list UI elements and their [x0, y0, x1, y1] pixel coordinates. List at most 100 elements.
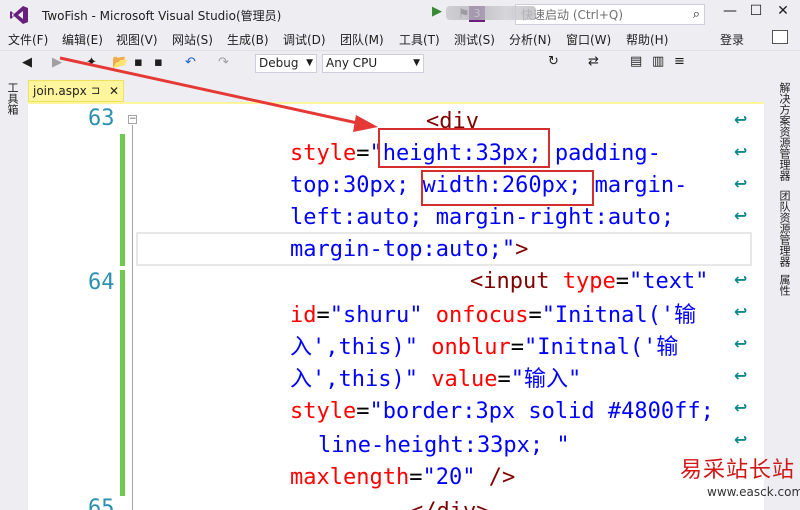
- undo-icon[interactable]: ↶: [185, 55, 196, 70]
- menu-test[interactable]: 测试(S): [454, 31, 495, 48]
- solution-config-select[interactable]: Debug ▼: [255, 54, 317, 73]
- code-line[interactable]: left:auto; margin-right:auto;: [290, 202, 674, 234]
- document-tab-label: join.aspx: [33, 84, 87, 98]
- platform-value: Any CPU: [326, 56, 378, 70]
- document-tab-join[interactable]: join.aspx ⊐ ✕: [28, 80, 124, 102]
- code-token: margin-top:auto;": [290, 237, 516, 262]
- maximize-button[interactable]: ☐: [745, 3, 767, 19]
- code-line[interactable]: margin-top:auto;">: [290, 234, 528, 266]
- line-number: 63: [88, 106, 115, 131]
- save-all-icon[interactable]: ▪: [154, 55, 163, 70]
- code-token: =: [356, 141, 370, 166]
- code-token: id: [290, 303, 317, 328]
- code-editor[interactable]: 63 64 65 − <div style="height:33px; paddi…: [28, 104, 764, 510]
- code-line[interactable]: 入',this)" onblur="Initnal('输: [290, 332, 678, 364]
- menu-help[interactable]: 帮助(H): [626, 31, 668, 48]
- word-wrap-icon: ↩: [734, 398, 748, 417]
- login-link[interactable]: 登录: [720, 31, 744, 48]
- code-token: type: [562, 269, 616, 294]
- team-explorer-tab[interactable]: 团队资源管理器: [776, 190, 792, 267]
- line-number: 65: [88, 496, 115, 510]
- menu-build[interactable]: 生成(B): [227, 31, 269, 48]
- code-token: onblur: [431, 335, 511, 360]
- code-line[interactable]: 入',this)" value="输入": [290, 364, 581, 396]
- code-token: 入',this)": [290, 367, 432, 392]
- menu-tools[interactable]: 工具(T): [399, 31, 440, 48]
- menu-team[interactable]: 团队(M): [340, 31, 384, 48]
- code-token: style: [290, 141, 357, 166]
- code-line[interactable]: <input type="text": [470, 266, 708, 298]
- solution-config-value: Debug: [259, 56, 299, 70]
- close-icon[interactable]: ✕: [109, 84, 119, 98]
- code-token: "20": [422, 465, 489, 490]
- menu-view[interactable]: 视图(V): [116, 31, 158, 48]
- properties-tab[interactable]: 属性: [776, 274, 792, 296]
- platform-select[interactable]: Any CPU ▼: [322, 54, 424, 73]
- code-token: =: [528, 303, 542, 328]
- code-token: />: [488, 465, 516, 490]
- blurred-browser-name: [446, 6, 536, 20]
- code-line[interactable]: style="border:3px solid #4800ff;: [290, 396, 714, 428]
- toolbox-tab[interactable]: 工具箱: [4, 82, 20, 115]
- pin-icon[interactable]: ⊐: [91, 84, 100, 97]
- code-token: value: [431, 367, 498, 392]
- code-token: =: [356, 399, 370, 424]
- fold-guide: [132, 125, 133, 510]
- code-line[interactable]: line-height:33px; ": [318, 430, 570, 462]
- close-button[interactable]: ✕: [772, 3, 794, 19]
- code-token: line-height:33px; ": [318, 433, 570, 458]
- code-token: "Initnal('输: [541, 303, 697, 328]
- code-token: =: [510, 335, 524, 360]
- code-token: =: [615, 269, 629, 294]
- chevron-down-icon: ▼: [413, 58, 420, 68]
- browser-link-icon[interactable]: ⇄: [588, 54, 599, 69]
- menu-file[interactable]: 文件(F): [8, 31, 48, 48]
- word-wrap-icon: ↩: [734, 334, 748, 353]
- code-token: "Initnal('输: [523, 335, 679, 360]
- search-icon[interactable]: ⌕: [693, 7, 700, 22]
- redo-icon[interactable]: ↷: [218, 55, 229, 70]
- window-title: TwoFish - Microsoft Visual Studio(管理员): [42, 8, 282, 23]
- comment-icon[interactable]: ▥: [652, 54, 664, 69]
- open-icon[interactable]: 📂: [112, 55, 128, 70]
- menu-edit[interactable]: 编辑(E): [62, 31, 103, 48]
- word-wrap-icon: ↩: [734, 270, 748, 289]
- code-token: =: [497, 367, 511, 392]
- indent-icon[interactable]: ≡: [674, 54, 685, 69]
- forward-icon[interactable]: ▶: [52, 55, 62, 70]
- right-tool-strip: 解决方案资源管理器 团队资源管理器 属性: [764, 78, 800, 510]
- code-line[interactable]: id="shuru" onfocus="Initnal('输: [290, 300, 696, 332]
- menu-debug[interactable]: 调试(D): [283, 31, 326, 48]
- code-token: =: [316, 303, 330, 328]
- minimize-button[interactable]: —: [719, 3, 741, 19]
- code-token: </div>: [410, 499, 489, 510]
- menu-analyze[interactable]: 分析(N): [509, 31, 551, 48]
- menu-bar: 文件(F) 编辑(E) 视图(V) 网站(S) 生成(B) 调试(D) 团队(M…: [0, 30, 800, 48]
- feedback-icon[interactable]: [772, 30, 788, 44]
- start-debug-icon[interactable]: ▶: [432, 4, 442, 19]
- save-icon[interactable]: ▪: [134, 55, 143, 70]
- code-token: "shuru": [329, 303, 436, 328]
- quick-launch-input[interactable]: 快速启动 (Ctrl+Q) ⌕: [515, 4, 705, 25]
- code-token: "输入": [510, 367, 582, 392]
- solution-explorer-tab[interactable]: 解决方案资源管理器: [776, 82, 792, 181]
- code-line[interactable]: </div>: [410, 496, 489, 510]
- watermark-url: www.easck.com: [707, 485, 800, 499]
- code-token: 入',this)": [290, 335, 432, 360]
- menu-website[interactable]: 网站(S): [172, 31, 213, 48]
- height-highlight-box: [378, 128, 550, 168]
- change-indicator: [120, 270, 125, 496]
- code-token: maxlength: [290, 465, 410, 490]
- fold-toggle-icon[interactable]: −: [128, 115, 137, 124]
- word-wrap-icon: ↩: [734, 174, 748, 193]
- menu-window[interactable]: 窗口(W): [566, 31, 611, 48]
- refresh-icon[interactable]: ↻: [548, 54, 559, 69]
- code-line[interactable]: maxlength="20" />: [290, 462, 515, 494]
- code-token: "text": [628, 269, 709, 294]
- quick-launch-placeholder: 快速启动 (Ctrl+Q): [521, 8, 624, 22]
- chevron-down-icon: ▼: [306, 58, 313, 68]
- code-token: =: [409, 465, 423, 490]
- back-icon[interactable]: ◀: [22, 55, 32, 70]
- new-project-icon[interactable]: ✦: [86, 55, 97, 70]
- document-icon[interactable]: ▤: [630, 54, 642, 69]
